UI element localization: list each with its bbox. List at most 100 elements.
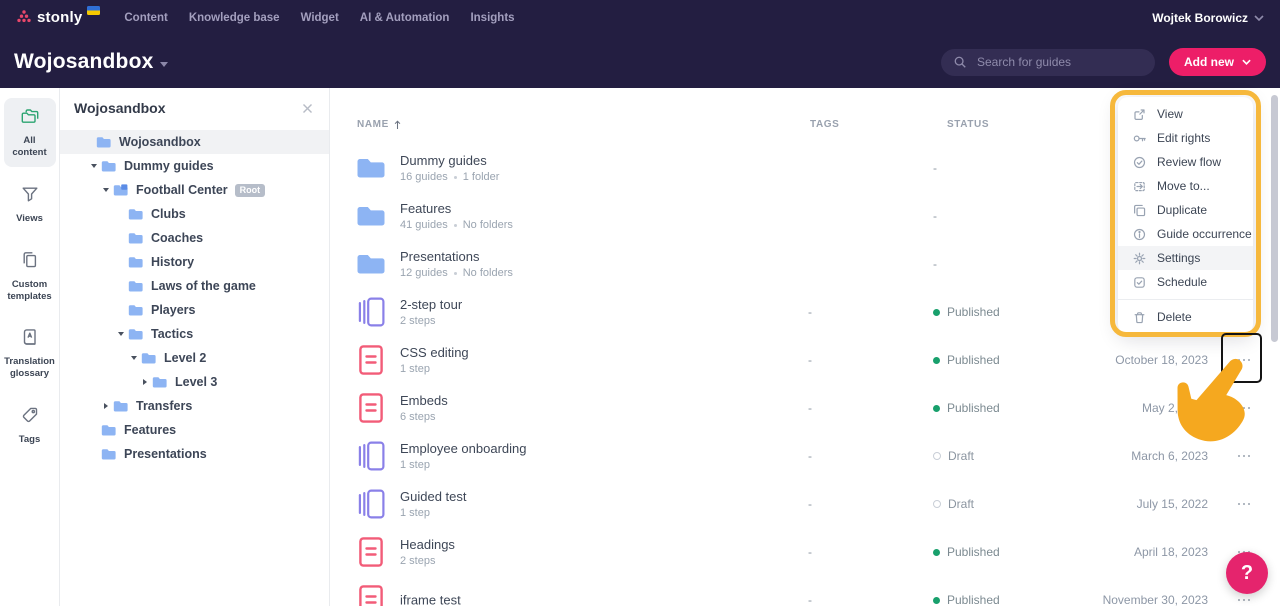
tree-item-label: Laws of the game xyxy=(151,279,256,293)
caret-expanded-icon[interactable] xyxy=(103,188,109,192)
tree-item-players[interactable]: Players xyxy=(60,298,329,322)
caret-expanded-icon[interactable] xyxy=(91,164,97,168)
user-menu[interactable]: Wojtek Borowicz xyxy=(1152,11,1264,25)
folder-tree-panel: Wojosandbox WojosandboxDummy guidesFootb… xyxy=(60,88,330,606)
add-new-button[interactable]: Add new xyxy=(1169,48,1266,76)
row-more-button[interactable] xyxy=(1234,446,1254,466)
app-window: stonly Content Knowledge base Widget AI & A… xyxy=(0,0,1280,606)
chevron-down-icon xyxy=(1254,15,1264,21)
row-name: Headings xyxy=(400,537,455,552)
draft-dot-icon xyxy=(933,500,941,508)
tree-item-transfers[interactable]: Transfers xyxy=(60,394,329,418)
menu-item-label: Delete xyxy=(1157,310,1192,324)
folder-icon xyxy=(113,400,128,412)
table-row-employee-onboarding[interactable]: Employee onboarding1 step-DraftMarch 6, … xyxy=(330,432,1280,480)
tree-item-tactics[interactable]: Tactics xyxy=(60,322,329,346)
row-more-button[interactable] xyxy=(1234,494,1254,514)
row-meta: 2 steps xyxy=(400,315,462,327)
tree-item-label: Tactics xyxy=(151,327,193,341)
row-more-button[interactable] xyxy=(1234,398,1254,418)
user-name: Wojtek Borowicz xyxy=(1152,11,1248,25)
sidebar-item-all-content[interactable]: All content xyxy=(4,98,56,167)
sidebar-item-translation-glossary[interactable]: Translation glossary xyxy=(4,319,56,388)
table-row-embeds[interactable]: Embeds6 steps-PublishedMay 2, 2023 xyxy=(330,384,1280,432)
menu-item-delete[interactable]: Delete xyxy=(1118,305,1253,329)
menu-item-guide-occurrence[interactable]: Guide occurrence xyxy=(1118,222,1253,246)
menu-item-schedule[interactable]: Schedule xyxy=(1118,270,1253,294)
folder-icon xyxy=(128,256,143,268)
menu-item-edit-rights[interactable]: Edit rights xyxy=(1118,126,1253,150)
tree-item-clubs[interactable]: Clubs xyxy=(60,202,329,226)
tree-item-label: Clubs xyxy=(151,207,186,221)
tree-item-history[interactable]: History xyxy=(60,250,329,274)
menu-item-label: View xyxy=(1157,107,1183,121)
column-header-status[interactable]: STATUS xyxy=(947,119,989,130)
table-row-guided-test[interactable]: Guided test1 step-DraftJuly 15, 2022 xyxy=(330,480,1280,528)
help-button[interactable]: ? xyxy=(1226,552,1268,594)
root-badge: Root xyxy=(235,184,266,197)
nav-item-ai-automation[interactable]: AI & Automation xyxy=(360,12,450,24)
sidebar-item-label: Translation glossary xyxy=(4,356,55,380)
table-row-iframe-test[interactable]: iframe test-PublishedNovember 30, 2023 xyxy=(330,576,1280,606)
row-meta: 1 step xyxy=(400,459,526,471)
stonly-logo[interactable]: stonly xyxy=(16,8,100,28)
folder-icon xyxy=(128,328,143,340)
status-badge: Published xyxy=(933,593,1000,606)
draft-dot-icon xyxy=(933,452,941,460)
tree-item-dummy-guides[interactable]: Dummy guides xyxy=(60,154,329,178)
search-bar xyxy=(941,49,1155,76)
top-navigation-bar: stonly Content Knowledge base Widget AI & A… xyxy=(0,0,1280,36)
sidebar-item-label: Views xyxy=(16,213,43,225)
menu-item-settings[interactable]: Settings xyxy=(1118,246,1253,270)
tree-item-label: Presentations xyxy=(124,447,207,461)
status-badge: Draft xyxy=(933,449,974,463)
tour-guide-icon xyxy=(355,297,387,327)
tree-item-level-2[interactable]: Level 2 xyxy=(60,346,329,370)
folder-icon xyxy=(152,376,167,388)
tree-item-wojosandbox[interactable]: Wojosandbox xyxy=(60,130,329,154)
article-guide-icon xyxy=(355,345,387,375)
close-panel-icon[interactable] xyxy=(302,103,313,114)
caret-collapsed-icon[interactable] xyxy=(104,403,108,409)
column-header-tags[interactable]: TAGS xyxy=(810,119,839,130)
table-row-css-editing[interactable]: CSS editing1 step-PublishedOctober 18, 2… xyxy=(330,336,1280,384)
sidebar-item-label: All content xyxy=(6,135,54,159)
menu-item-view[interactable]: View xyxy=(1118,102,1253,126)
search-input[interactable] xyxy=(975,54,1143,70)
brand-wordmark: stonly xyxy=(37,8,82,28)
vertical-scrollbar[interactable] xyxy=(1271,95,1278,342)
article-guide-icon xyxy=(355,585,387,606)
tree-item-level-3[interactable]: Level 3 xyxy=(60,370,329,394)
tree-item-laws-of-the-game[interactable]: Laws of the game xyxy=(60,274,329,298)
table-row-headings[interactable]: Headings2 steps-PublishedApril 18, 2023 xyxy=(330,528,1280,576)
tree-item-features[interactable]: Features xyxy=(60,418,329,442)
chevron-down-icon xyxy=(160,62,168,67)
sidebar-item-views[interactable]: Views xyxy=(4,176,56,233)
tree-item-presentations[interactable]: Presentations xyxy=(60,442,329,466)
tree-item-coaches[interactable]: Coaches xyxy=(60,226,329,250)
row-name: iframe test xyxy=(400,593,461,606)
sidebar-item-tags[interactable]: Tags xyxy=(4,397,56,454)
row-more-button[interactable] xyxy=(1234,350,1254,370)
menu-item-review-flow[interactable]: Review flow xyxy=(1118,150,1253,174)
nav-item-insights[interactable]: Insights xyxy=(470,12,514,24)
external-link-icon xyxy=(1132,107,1147,122)
caret-expanded-icon[interactable] xyxy=(131,356,137,360)
menu-item-duplicate[interactable]: Duplicate xyxy=(1118,198,1253,222)
menu-item-move-to[interactable]: Move to... xyxy=(1118,174,1253,198)
caret-collapsed-icon[interactable] xyxy=(143,379,147,385)
folder-icon xyxy=(101,424,116,436)
row-date: October 18, 2023 xyxy=(1115,353,1208,367)
nav-item-widget[interactable]: Widget xyxy=(301,12,339,24)
sidebar-item-custom-templates[interactable]: Custom templates xyxy=(4,242,56,311)
nav-item-content[interactable]: Content xyxy=(124,12,167,24)
tree-item-label: Dummy guides xyxy=(124,159,214,173)
workspace-switcher[interactable]: Wojosandbox xyxy=(14,50,168,74)
folder-icon xyxy=(128,208,143,220)
status-badge: - xyxy=(933,257,937,271)
published-dot-icon xyxy=(933,405,940,412)
tree-item-football-center[interactable]: Football CenterRoot xyxy=(60,178,329,202)
column-header-name[interactable]: NAME xyxy=(357,119,401,130)
caret-expanded-icon[interactable] xyxy=(118,332,124,336)
nav-item-knowledge-base[interactable]: Knowledge base xyxy=(189,12,280,24)
